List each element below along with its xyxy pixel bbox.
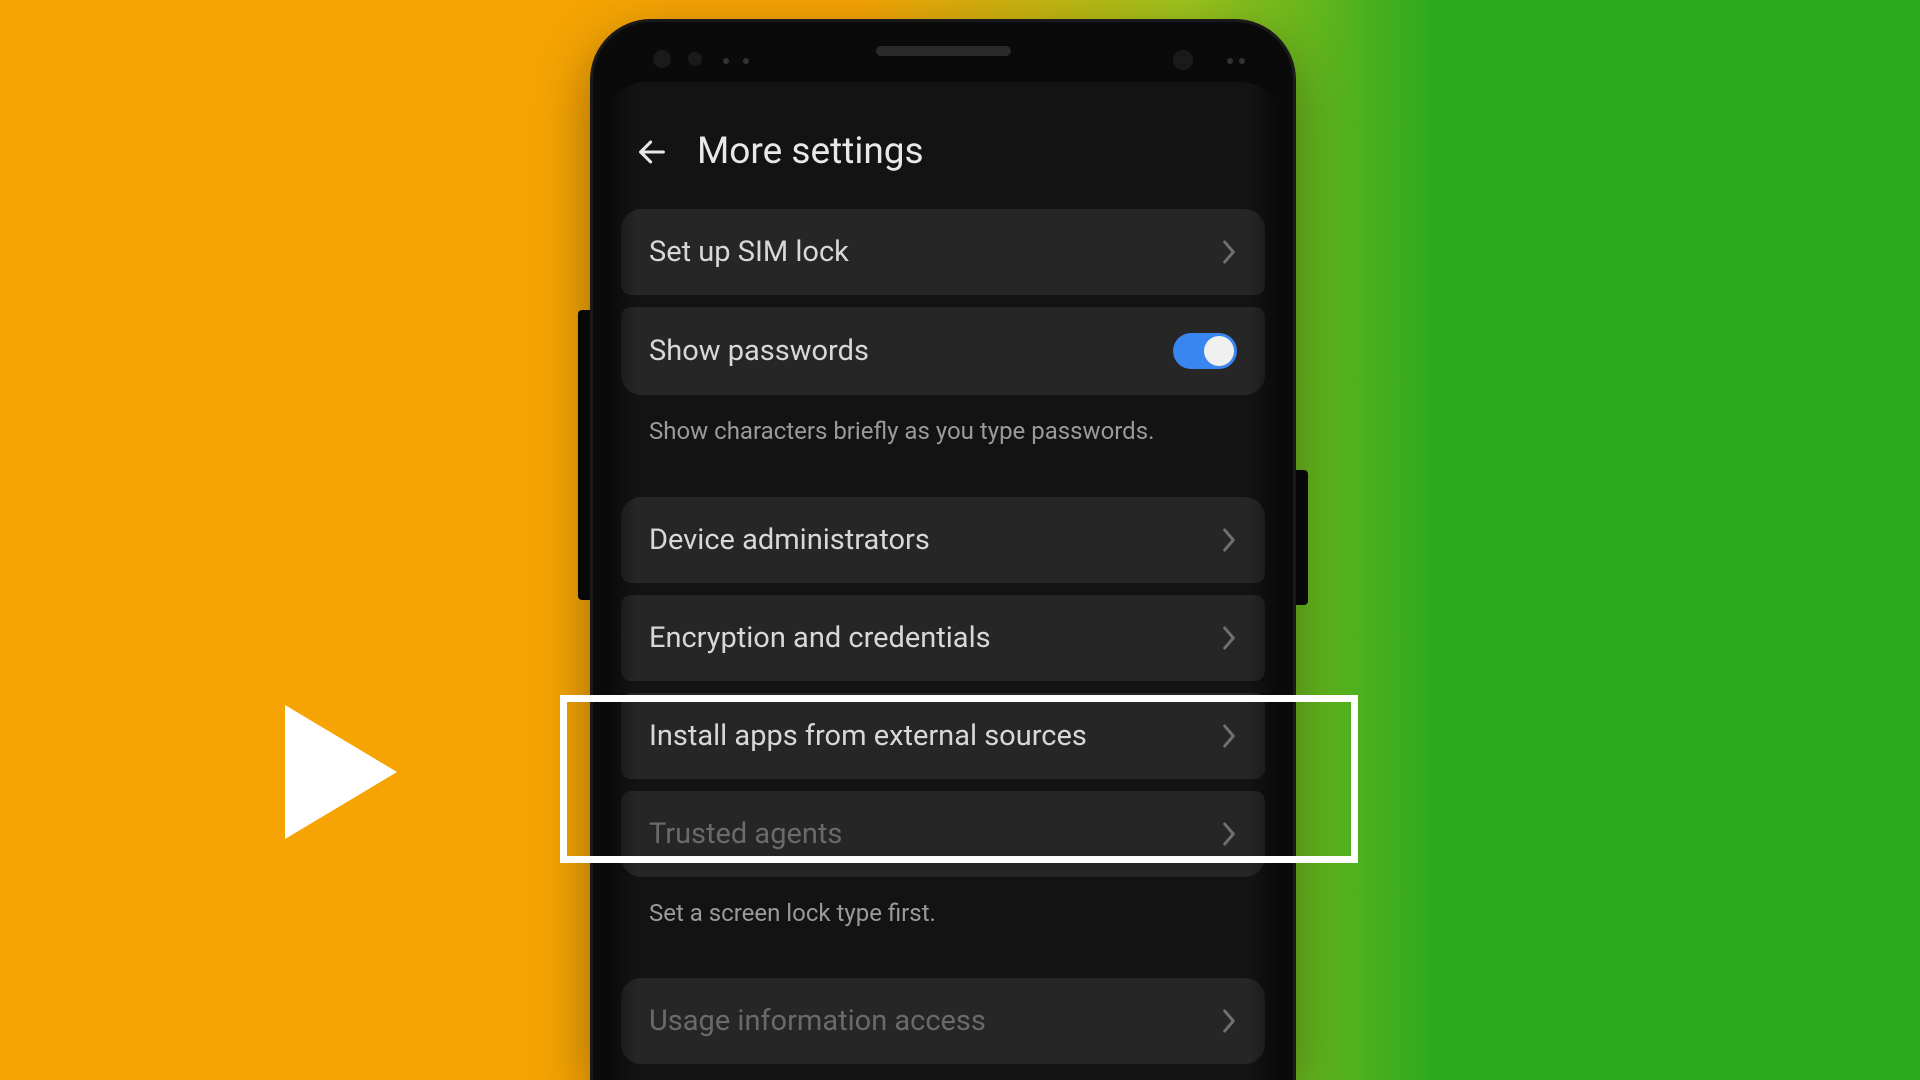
sensor-icon	[1227, 58, 1233, 64]
sensor-icon	[1239, 58, 1245, 64]
arrow-left-icon	[635, 135, 669, 169]
setting-group: Set up SIM lock Show passwords Show char…	[621, 209, 1265, 465]
setting-show-passwords[interactable]: Show passwords	[621, 307, 1265, 395]
setting-label: Device administrators	[649, 523, 930, 557]
phone-frame: More settings Set up SIM lock Show passw…	[593, 22, 1293, 1080]
setting-description: Set a screen lock type first.	[621, 889, 1265, 947]
setting-label: Encryption and credentials	[649, 621, 991, 655]
settings-list: Set up SIM lock Show passwords Show char…	[607, 209, 1279, 1064]
phone-power-button	[1293, 470, 1308, 605]
setting-description: Show characters briefly as you type pass…	[621, 407, 1265, 465]
setting-label: Show passwords	[649, 334, 869, 368]
chevron-right-icon	[1221, 1008, 1237, 1034]
sensor-icon	[723, 58, 729, 64]
setting-usage-information-access[interactable]: Usage information access	[621, 978, 1265, 1064]
chevron-right-icon	[1221, 625, 1237, 651]
sensor-icon	[743, 58, 749, 64]
settings-header: More settings	[607, 82, 1279, 209]
play-indicator-icon	[285, 705, 397, 839]
setting-trusted-agents[interactable]: Trusted agents	[621, 791, 1265, 877]
phone-top-bar	[593, 22, 1293, 80]
phone-speaker	[876, 46, 1011, 56]
chevron-right-icon	[1221, 821, 1237, 847]
sensor-icon	[688, 52, 702, 66]
setting-device-administrators[interactable]: Device administrators	[621, 497, 1265, 583]
chevron-right-icon	[1221, 239, 1237, 265]
back-button[interactable]	[635, 135, 669, 169]
toggle-thumb	[1204, 336, 1234, 366]
setting-encryption-credentials[interactable]: Encryption and credentials	[621, 595, 1265, 681]
setting-label: Install apps from external sources	[649, 719, 1087, 753]
phone-volume-button	[578, 310, 593, 600]
camera-icon	[653, 50, 671, 68]
setting-install-external-sources[interactable]: Install apps from external sources	[621, 693, 1265, 779]
setting-group: Usage information access	[621, 978, 1265, 1064]
chevron-right-icon	[1221, 527, 1237, 553]
setting-label: Set up SIM lock	[649, 235, 849, 269]
setting-label: Usage information access	[649, 1004, 986, 1038]
setting-label: Trusted agents	[649, 817, 842, 851]
setting-sim-lock[interactable]: Set up SIM lock	[621, 209, 1265, 295]
page-title: More settings	[697, 130, 924, 173]
setting-group: Device administrators Encryption and cre…	[621, 497, 1265, 947]
toggle-switch[interactable]	[1173, 333, 1237, 369]
phone-screen: More settings Set up SIM lock Show passw…	[607, 82, 1279, 1080]
camera-icon	[1173, 50, 1193, 70]
chevron-right-icon	[1221, 723, 1237, 749]
